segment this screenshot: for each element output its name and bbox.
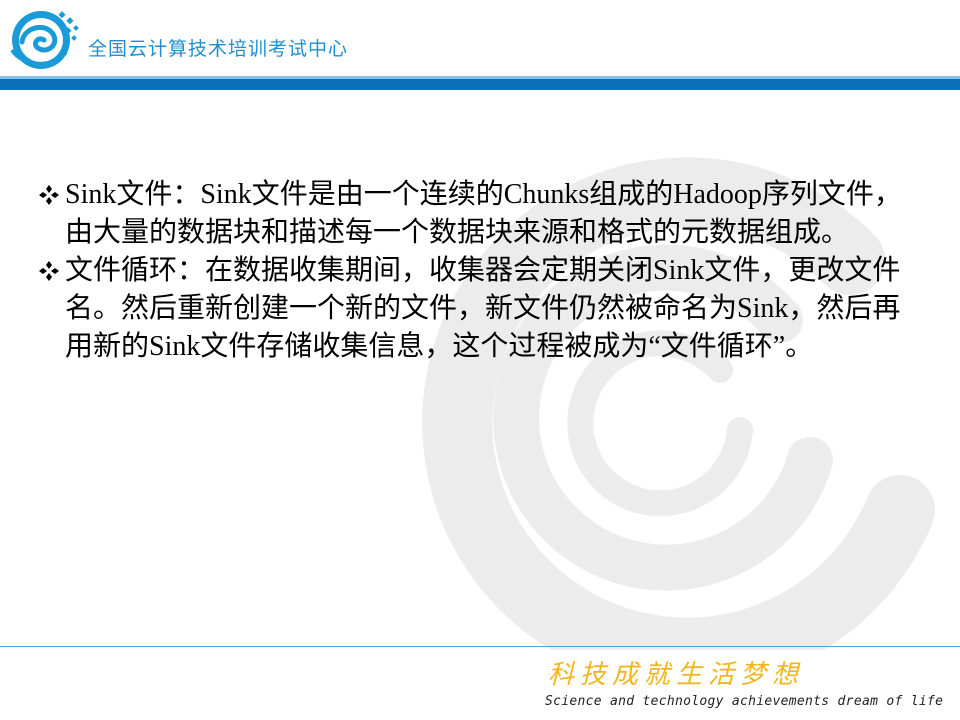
header-divider-bar <box>0 76 960 90</box>
diamond-bullet-icon <box>39 261 59 281</box>
bullet-text: 文件循环：在数据收集期间，收集器会定期关闭Sink文件，更改文件名。然后重新创建… <box>65 255 901 362</box>
bullet-text: Sink文件：Sink文件是由一个连续的Chunks组成的Hadoop序列文件，… <box>65 179 902 248</box>
swirl-logo-icon <box>10 11 79 69</box>
bullet-item: 文件循环：在数据收集期间，收集器会定期关闭Sink文件，更改文件名。然后重新创建… <box>38 252 918 366</box>
header: 全国云计算技术培训考试中心 <box>0 0 960 76</box>
header-title: 全国云计算技术培训考试中心 <box>88 38 349 60</box>
slogan-english: Science and technology achievements drea… <box>545 694 944 709</box>
footer-divider <box>0 646 960 647</box>
slogan-chinese: 科技成就生活梦想 <box>548 660 805 690</box>
slide-content: Sink文件：Sink文件是由一个连续的Chunks组成的Hadoop序列文件，… <box>38 176 918 366</box>
diamond-bullet-icon <box>39 185 59 205</box>
bullet-item: Sink文件：Sink文件是由一个连续的Chunks组成的Hadoop序列文件，… <box>38 176 918 252</box>
